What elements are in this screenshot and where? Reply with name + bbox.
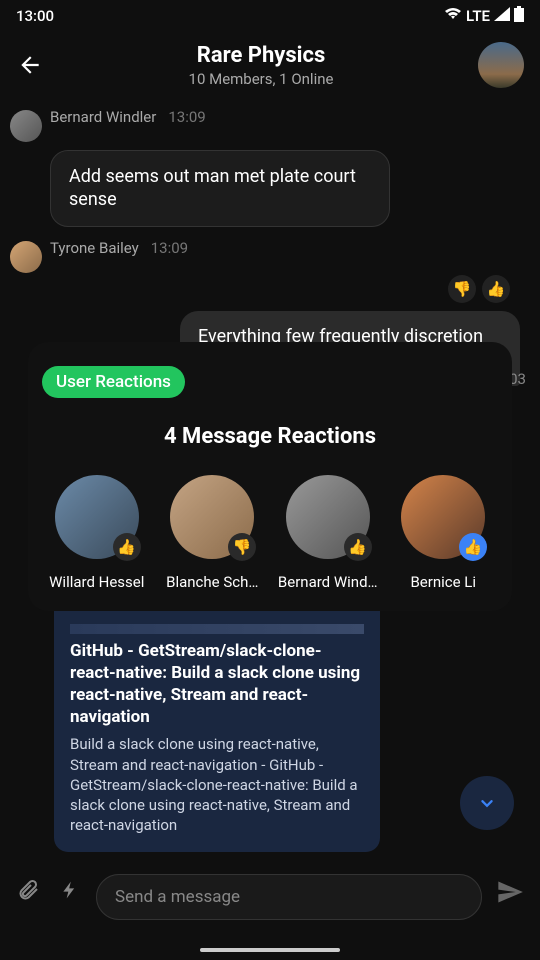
lightning-icon [60,878,80,902]
message-input[interactable]: Send a message [96,874,482,920]
avatar[interactable] [10,241,42,273]
link-preview-card[interactable]: GitHub - GetStream/slack-clone-react-nat… [54,610,380,852]
reactor-list: 👍 Willard Hessel 👎 Blanche Sch… 👍 Bernar… [42,475,498,591]
reactor-item[interactable]: 👍 Bernice Li [389,475,499,591]
sender-name: Tyrone Bailey [50,239,139,257]
thumbs-down-icon: 👎 [448,275,476,303]
message-row: Bernard Windler 13:09 [10,108,530,142]
network-label: LTE [466,7,490,25]
lightning-button[interactable] [54,874,86,906]
reactor-item[interactable]: 👎 Blanche Sch… [158,475,268,591]
reactions-title: 4 Message Reactions [42,424,498,449]
avatar: 👍 [401,475,485,559]
scroll-to-bottom-button[interactable] [460,776,514,830]
sender-name: Bernard Windler [50,108,156,126]
link-thumbnail [70,624,364,634]
status-indicators: LTE [444,6,524,26]
message-time: 13:09 [168,108,205,126]
paperclip-icon [16,878,40,902]
reactor-name: Bernard Wind… [278,573,378,591]
link-title: GitHub - GetStream/slack-clone-react-nat… [70,640,364,728]
avatar: 👍 [55,475,139,559]
reactor-item[interactable]: 👍 Bernard Wind… [273,475,383,591]
chat-title: Rare Physics [56,43,466,68]
battery-icon [514,6,524,26]
home-indicator[interactable] [200,948,340,952]
chat-subtitle: 10 Members, 1 Online [56,70,466,88]
thumbs-up-icon: 👍 [344,533,372,561]
back-button[interactable] [16,51,44,79]
avatar[interactable] [10,110,42,142]
send-icon [496,878,524,906]
thumbs-up-icon: 👍 [459,533,487,561]
avatar: 👍 [286,475,370,559]
message-row: Tyrone Bailey 13:09 [10,239,530,273]
chevron-down-icon [476,792,498,814]
reactor-item[interactable]: 👍 Willard Hessel [42,475,152,591]
status-bar: 13:00 LTE [0,0,540,32]
arrow-left-icon [17,52,43,78]
message-time: 13:09 [151,239,188,257]
avatar: 👎 [170,475,254,559]
link-description: Build a slack clone using react-native, … [70,734,364,835]
message-composer: Send a message [0,854,540,960]
reactor-name: Bernice Li [410,573,476,591]
reactor-name: Willard Hessel [49,573,144,591]
chat-avatar[interactable] [478,42,524,88]
send-button[interactable] [492,874,528,910]
thumbs-up-icon: 👍 [482,275,510,303]
reactions-pill[interactable]: User Reactions [42,366,185,398]
status-time: 13:00 [16,7,54,25]
thumbs-up-icon: 👍 [113,533,141,561]
message-bubble-incoming[interactable]: Add seems out man met plate court sense [50,150,390,227]
reactions-modal: User Reactions 4 Message Reactions 👍 Wil… [28,342,512,611]
header-title-block[interactable]: Rare Physics 10 Members, 1 Online [56,43,466,88]
reactor-name: Blanche Sch… [166,573,258,591]
reaction-indicator[interactable]: 👎 👍 [10,273,530,307]
attachment-button[interactable] [12,874,44,906]
thumbs-down-icon: 👎 [228,533,256,561]
chat-header: Rare Physics 10 Members, 1 Online [0,32,540,102]
signal-icon [494,7,510,25]
wifi-icon [444,7,462,25]
